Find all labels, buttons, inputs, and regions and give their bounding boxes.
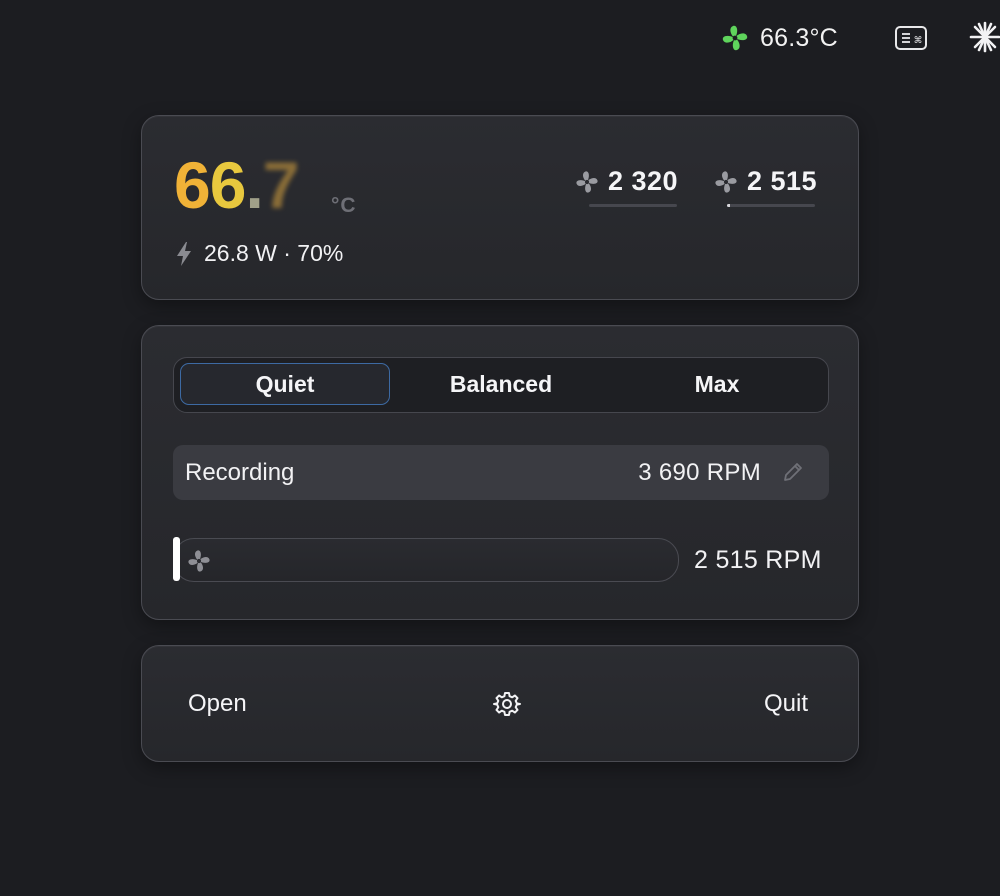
menu-bar: 66.3°C ⌘ [0, 0, 1000, 76]
fan-1-stat: 2 320 [574, 166, 678, 197]
fan-1-level-bar [589, 204, 677, 207]
fan-speed-slider-track[interactable] [173, 538, 679, 582]
cpu-temperature-value: 66.7 [174, 148, 299, 222]
keyboard-shortcut-icon[interactable]: ⌘ [894, 24, 928, 52]
pencil-icon[interactable] [781, 460, 805, 484]
actions-card: Open Quit [141, 645, 859, 762]
fan-speed-slider-handle[interactable] [173, 537, 180, 581]
fan-icon [576, 170, 598, 193]
quit-button[interactable]: Quit [764, 690, 808, 718]
temperature-card: 66.7 °C 26.8 W · 70% 2 320 2 515 [141, 115, 859, 300]
temperature-unit: °C [331, 194, 357, 217]
svg-text:⌘: ⌘ [914, 36, 923, 46]
mode-balanced-button[interactable]: Balanced [396, 363, 606, 405]
sparkle-icon[interactable] [968, 20, 1000, 54]
menubar-temperature-item[interactable]: 66.3°C [720, 22, 838, 54]
fan-speed-slider-value: 2 515 RPM [694, 546, 822, 574]
mode-max-button[interactable]: Max [612, 363, 822, 405]
mode-segmented-control: Quiet Balanced Max [173, 357, 829, 413]
recording-label: Recording [185, 459, 295, 486]
recording-row[interactable]: Recording 3 690 RPM [173, 445, 829, 500]
fan-icon [722, 25, 748, 51]
fan-2-stat: 2 515 [713, 166, 817, 197]
fan-2-rpm: 2 515 [747, 166, 818, 196]
fan-2-level-bar [727, 204, 815, 207]
fan-control-card: Quiet Balanced Max Recording 3 690 RPM 2… [141, 325, 859, 620]
open-button[interactable]: Open [188, 690, 247, 718]
fan-1-rpm: 2 320 [608, 166, 679, 196]
fan-icon [188, 550, 210, 572]
mode-quiet-button[interactable]: Quiet [180, 363, 390, 405]
gear-icon[interactable] [493, 690, 521, 718]
menubar-temperature-text: 66.3°C [760, 23, 838, 52]
power-readout: 26.8 W · 70% [174, 240, 343, 267]
fan-icon [715, 170, 737, 193]
power-text: 26.8 W · 70% [204, 240, 344, 266]
lightning-icon [177, 241, 191, 266]
recording-rpm-value: 3 690 RPM [638, 459, 761, 486]
